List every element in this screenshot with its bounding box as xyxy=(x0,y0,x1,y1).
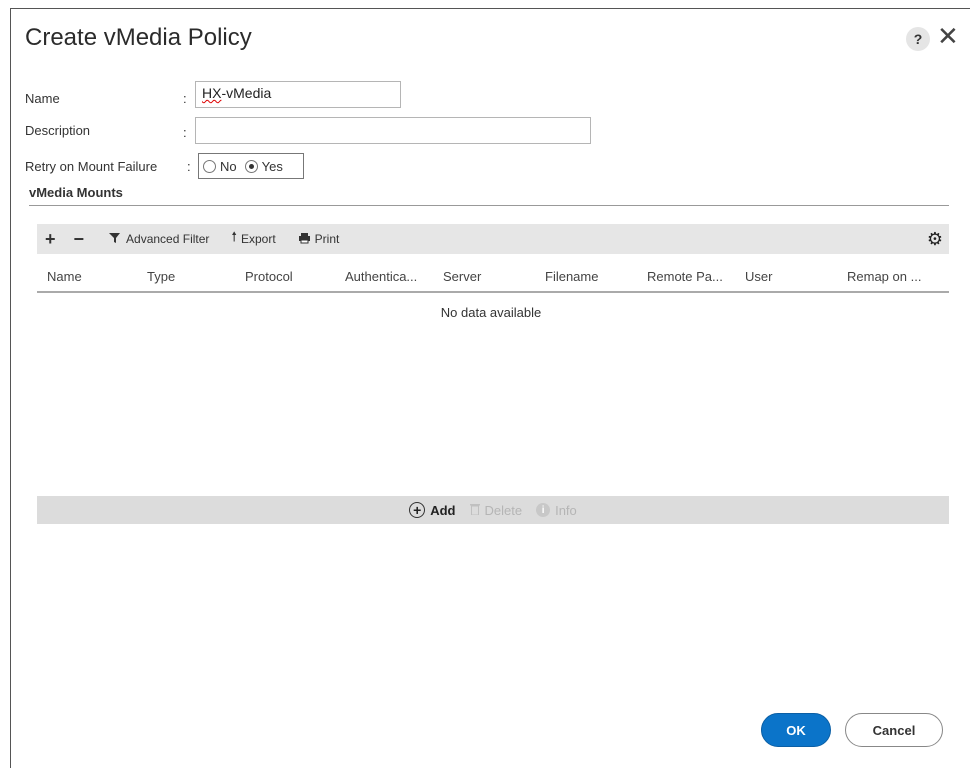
info-icon: i xyxy=(536,503,551,517)
retry-radio-group: No Yes xyxy=(198,153,304,179)
col-header-authentication[interactable]: Authentica... xyxy=(345,269,417,284)
description-label: Description xyxy=(25,123,91,138)
name-field[interactable]: HX-vMedia xyxy=(195,81,401,108)
mounts-toolbar: + − Advanced Filter 🠕 Export Print ⚙ xyxy=(37,224,949,254)
name-label: Name xyxy=(25,91,60,106)
arrow-up-icon: 🠕 xyxy=(231,229,237,244)
print-button[interactable]: Print xyxy=(298,232,340,247)
name-colon: : xyxy=(183,91,187,106)
radio-yes[interactable] xyxy=(244,159,258,173)
remove-row-button[interactable]: − xyxy=(74,229,85,250)
retry-colon: : xyxy=(187,159,191,174)
delete-button[interactable]: Delete xyxy=(469,502,523,519)
dialog-title: Create vMedia Policy xyxy=(25,24,252,51)
retry-label: Retry on Mount Failure xyxy=(25,159,158,174)
retry-option-no-label: No xyxy=(220,158,237,174)
col-header-remap[interactable]: Remap on ... xyxy=(847,269,921,284)
printer-icon xyxy=(298,232,311,247)
help-icon[interactable]: ? xyxy=(906,27,930,51)
name-value-prefix: HX xyxy=(202,85,222,101)
close-icon[interactable]: ✕ xyxy=(937,23,959,49)
cancel-button[interactable]: Cancel xyxy=(845,713,943,747)
radio-no[interactable] xyxy=(203,159,216,173)
info-label: Info xyxy=(555,502,577,518)
col-header-user[interactable]: User xyxy=(745,269,772,284)
info-button[interactable]: i Info xyxy=(536,503,577,518)
section-divider xyxy=(29,205,949,206)
retry-option-yes[interactable]: Yes xyxy=(244,158,283,174)
col-header-name[interactable]: Name xyxy=(47,269,82,284)
gear-icon[interactable]: ⚙ xyxy=(927,229,943,250)
col-header-server[interactable]: Server xyxy=(443,269,481,284)
trash-icon xyxy=(469,502,480,519)
export-button[interactable]: 🠕 Export xyxy=(231,228,275,250)
advanced-filter-button[interactable]: Advanced Filter xyxy=(108,232,209,247)
advanced-filter-label: Advanced Filter xyxy=(126,232,210,246)
mounts-action-bar: + Add Delete i Info xyxy=(37,496,949,524)
create-vmedia-policy-dialog: Create vMedia Policy ? ✕ Name : HX-vMedi… xyxy=(10,8,970,768)
ok-button[interactable]: OK xyxy=(761,713,831,747)
col-header-remote-path[interactable]: Remote Pa... xyxy=(647,269,723,284)
delete-label: Delete xyxy=(484,502,523,518)
add-button[interactable]: + Add xyxy=(409,502,456,518)
description-colon: : xyxy=(183,125,187,140)
add-label: Add xyxy=(430,502,456,518)
plus-circle-icon: + xyxy=(409,502,426,518)
vmedia-mounts-title: vMedia Mounts xyxy=(29,185,123,200)
col-header-filename[interactable]: Filename xyxy=(545,269,598,284)
filter-icon xyxy=(108,232,122,247)
empty-table-message: No data available xyxy=(440,305,542,320)
col-header-type[interactable]: Type xyxy=(147,269,175,284)
table-header: Name Type Protocol Authentica... Server … xyxy=(37,261,949,293)
name-value-suffix: -vMedia xyxy=(221,85,272,101)
retry-option-yes-label: Yes xyxy=(261,158,283,174)
add-row-button[interactable]: + xyxy=(45,229,56,250)
print-label: Print xyxy=(314,232,340,246)
retry-option-no[interactable]: No xyxy=(203,159,237,174)
col-header-protocol[interactable]: Protocol xyxy=(245,269,293,284)
export-label: Export xyxy=(240,232,276,246)
description-field[interactable] xyxy=(195,117,591,144)
